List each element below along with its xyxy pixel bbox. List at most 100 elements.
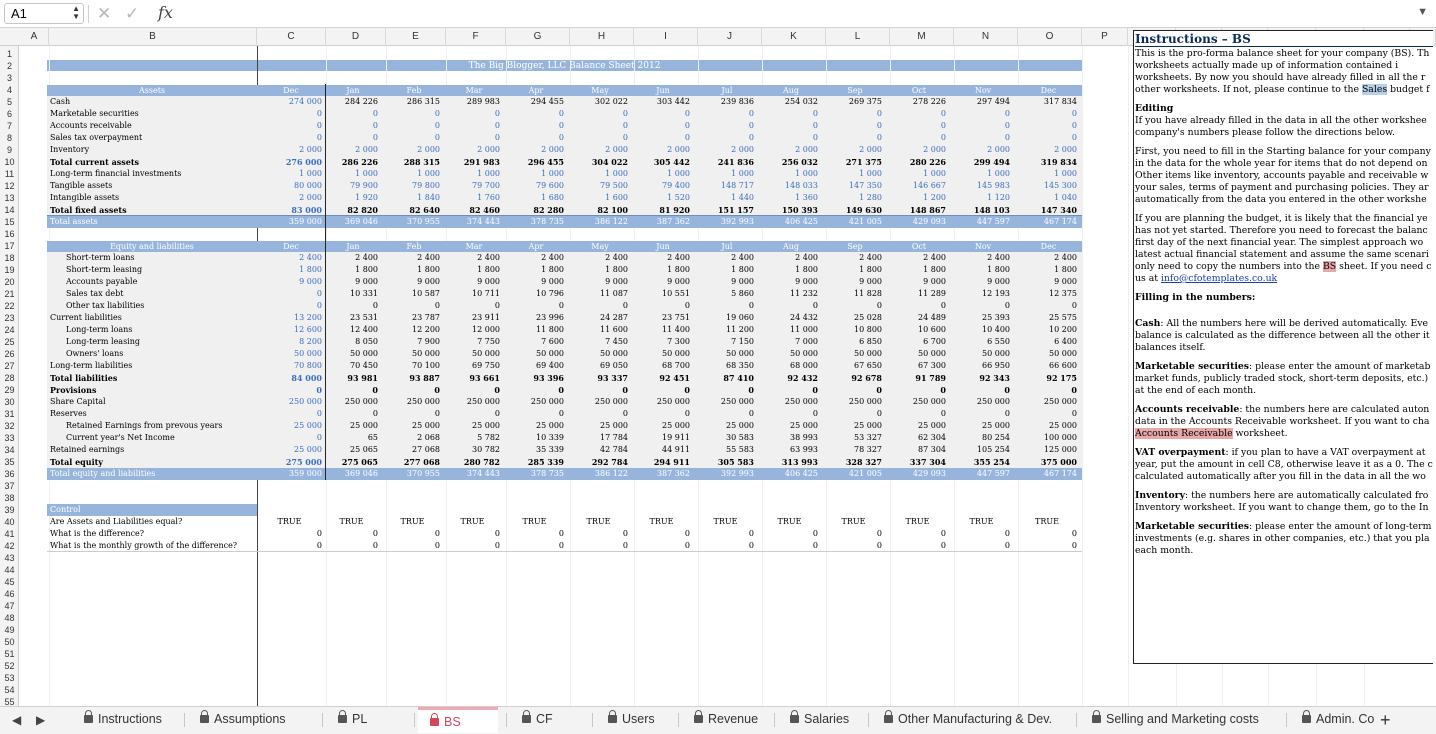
value-cell[interactable]: 2 400 bbox=[326, 252, 380, 264]
value-cell[interactable]: 0 bbox=[326, 120, 380, 132]
value-cell[interactable]: 250 000 bbox=[890, 396, 948, 408]
row-header[interactable]: 5 bbox=[0, 96, 19, 108]
row-header[interactable]: 52 bbox=[0, 660, 19, 672]
value-cell[interactable]: 2 400 bbox=[954, 252, 1012, 264]
value-cell[interactable]: 0 bbox=[954, 300, 1012, 312]
row-header[interactable]: 50 bbox=[0, 636, 19, 648]
value-cell[interactable]: 0 bbox=[634, 408, 692, 420]
row-header[interactable]: 31 bbox=[0, 408, 19, 420]
row-header[interactable]: 7 bbox=[0, 120, 19, 132]
value-cell[interactable]: 421 005 bbox=[826, 468, 884, 480]
value-cell[interactable]: 50 000 bbox=[954, 348, 1012, 360]
value-cell[interactable]: 337 304 bbox=[890, 456, 948, 468]
row-header[interactable]: 28 bbox=[0, 372, 19, 384]
value-cell[interactable]: 0 bbox=[762, 300, 820, 312]
value-cell[interactable]: 25 393 bbox=[954, 312, 1012, 324]
row-header[interactable]: 6 bbox=[0, 108, 19, 120]
tab-users[interactable]: Users bbox=[596, 707, 670, 733]
value-cell[interactable]: 9 000 bbox=[698, 276, 756, 288]
value-cell[interactable]: 297 494 bbox=[954, 96, 1012, 108]
value-cell[interactable]: 0 bbox=[446, 408, 502, 420]
value-cell[interactable]: 0 bbox=[762, 132, 820, 144]
value-cell[interactable]: 0 bbox=[890, 108, 948, 120]
value-cell[interactable]: 7 600 bbox=[506, 336, 566, 348]
row-header[interactable]: 9 bbox=[0, 144, 19, 156]
value-cell[interactable]: 296 455 bbox=[506, 156, 566, 168]
column-header-f[interactable]: F bbox=[446, 28, 506, 46]
row-header[interactable]: 12 bbox=[0, 180, 19, 192]
value-cell[interactable]: 2 400 bbox=[762, 252, 820, 264]
value-cell[interactable]: 1 520 bbox=[634, 192, 692, 204]
value-cell[interactable]: 0 bbox=[826, 132, 884, 144]
value-cell[interactable]: 288 315 bbox=[386, 156, 442, 168]
value-cell[interactable]: 0 bbox=[890, 120, 948, 132]
value-cell[interactable]: 292 784 bbox=[570, 456, 630, 468]
row-header[interactable]: 24 bbox=[0, 324, 19, 336]
value-cell[interactable]: 250 000 bbox=[258, 396, 324, 408]
value-cell[interactable]: 1 440 bbox=[698, 192, 756, 204]
value-cell[interactable]: 11 232 bbox=[762, 288, 820, 300]
value-cell[interactable]: 2 000 bbox=[386, 144, 442, 156]
value-cell[interactable]: 0 bbox=[258, 108, 324, 120]
row-header[interactable]: 37 bbox=[0, 480, 19, 492]
value-cell[interactable]: 2 000 bbox=[506, 144, 566, 156]
value-cell[interactable]: 9 000 bbox=[446, 276, 502, 288]
value-cell[interactable]: 0 bbox=[326, 132, 380, 144]
name-box-spinner-icon[interactable]: ▲ ▼ bbox=[72, 5, 80, 21]
value-cell[interactable]: 387 362 bbox=[634, 216, 692, 228]
value-cell[interactable]: 65 bbox=[326, 432, 380, 444]
value-cell[interactable]: 369 046 bbox=[326, 216, 380, 228]
value-cell[interactable]: 6 550 bbox=[954, 336, 1012, 348]
value-cell[interactable]: 145 300 bbox=[1018, 180, 1079, 192]
value-cell[interactable]: 63 993 bbox=[762, 444, 820, 456]
value-cell[interactable]: 79 500 bbox=[570, 180, 630, 192]
value-cell[interactable]: 302 022 bbox=[570, 96, 630, 108]
value-cell[interactable]: 5 782 bbox=[446, 432, 502, 444]
value-cell[interactable]: 429 093 bbox=[890, 216, 948, 228]
value-cell[interactable]: 0 bbox=[258, 120, 324, 132]
value-cell[interactable]: 0 bbox=[258, 432, 324, 444]
value-cell[interactable]: 304 022 bbox=[570, 156, 630, 168]
column-header-d[interactable]: D bbox=[326, 28, 386, 46]
value-cell[interactable]: 2 000 bbox=[826, 144, 884, 156]
value-cell[interactable]: 294 455 bbox=[506, 96, 566, 108]
value-cell[interactable]: 6 400 bbox=[1018, 336, 1079, 348]
row-header[interactable]: 1 bbox=[0, 48, 19, 60]
value-cell[interactable]: 91 789 bbox=[890, 372, 948, 384]
value-cell[interactable]: 0 bbox=[326, 300, 380, 312]
row-header[interactable]: 11 bbox=[0, 168, 19, 180]
row-header[interactable]: 39 bbox=[0, 504, 19, 516]
value-cell[interactable]: 0 bbox=[826, 300, 884, 312]
value-cell[interactable]: 359 000 bbox=[258, 468, 324, 480]
value-cell[interactable]: 1 200 bbox=[890, 192, 948, 204]
value-cell[interactable]: 9 000 bbox=[826, 276, 884, 288]
tab-admin-co[interactable]: Admin. Co bbox=[1290, 707, 1374, 733]
value-cell[interactable]: 9 000 bbox=[634, 276, 692, 288]
value-cell[interactable]: 148 717 bbox=[698, 180, 756, 192]
tab-other-manufacturing-dev[interactable]: Other Manufacturing & Dev. bbox=[872, 707, 1068, 733]
value-cell[interactable]: 0 bbox=[1018, 408, 1079, 420]
value-cell[interactable]: 1 000 bbox=[698, 168, 756, 180]
value-cell[interactable]: 13 200 bbox=[258, 312, 324, 324]
row-header[interactable]: 32 bbox=[0, 420, 19, 432]
value-cell[interactable]: 0 bbox=[954, 132, 1012, 144]
value-cell[interactable]: 0 bbox=[386, 300, 442, 312]
value-cell[interactable]: 285 339 bbox=[506, 456, 566, 468]
value-cell[interactable]: 0 bbox=[570, 108, 630, 120]
row-header[interactable]: 15 bbox=[0, 216, 19, 228]
value-cell[interactable]: 93 337 bbox=[570, 372, 630, 384]
column-header-p[interactable]: P bbox=[1082, 28, 1128, 46]
value-cell[interactable]: 10 600 bbox=[890, 324, 948, 336]
value-cell[interactable]: 87 410 bbox=[698, 372, 756, 384]
tab-instructions[interactable]: Instructions bbox=[72, 707, 172, 733]
value-cell[interactable]: 9 000 bbox=[570, 276, 630, 288]
value-cell[interactable]: 0 bbox=[890, 132, 948, 144]
value-cell[interactable]: 2 400 bbox=[1018, 252, 1079, 264]
value-cell[interactable]: 7 150 bbox=[698, 336, 756, 348]
value-cell[interactable]: 375 000 bbox=[1018, 456, 1079, 468]
value-cell[interactable]: 7 450 bbox=[570, 336, 630, 348]
row-header[interactable]: 46 bbox=[0, 588, 19, 600]
value-cell[interactable]: 447 597 bbox=[954, 468, 1012, 480]
value-cell[interactable]: 2 400 bbox=[446, 252, 502, 264]
value-cell[interactable]: 0 bbox=[698, 300, 756, 312]
